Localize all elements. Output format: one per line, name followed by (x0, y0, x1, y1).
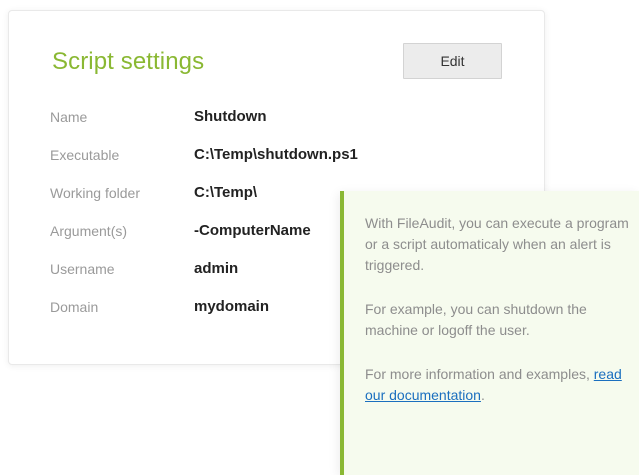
tip-text: For more information and examples, (365, 366, 594, 382)
field-value: C:\Temp\ (194, 184, 258, 201)
field-row-executable: Executable C:\Temp\shutdown.ps1 (50, 146, 400, 185)
field-value: admin (194, 260, 239, 277)
tip-paragraph: With FileAudit, you can execute a progra… (365, 215, 629, 273)
edit-button[interactable]: Edit (403, 43, 502, 79)
field-value: C:\Temp\shutdown.ps1 (194, 146, 358, 163)
field-row-name: Name Shutdown (50, 108, 400, 147)
tip-text: . (480, 387, 485, 403)
field-value: -ComputerName (194, 222, 311, 239)
tip-paragraph: For example, you can shutdown the machin… (365, 301, 587, 338)
field-label: Domain (50, 299, 99, 315)
field-value: mydomain (194, 298, 270, 315)
card-title: Script settings (52, 48, 205, 75)
page: Script settings Edit Name Shutdown Execu… (0, 0, 639, 475)
field-label: Argument(s) (50, 223, 128, 239)
field-value: Shutdown (194, 108, 267, 125)
field-label: Name (50, 109, 88, 125)
field-label: Working folder (50, 185, 141, 201)
field-label: Username (50, 261, 115, 277)
field-label: Executable (50, 147, 120, 163)
tip-panel: With FileAudit, you can execute a progra… (340, 191, 639, 475)
tip-paragraph-more-info: For more information and examples, read … (365, 364, 629, 406)
